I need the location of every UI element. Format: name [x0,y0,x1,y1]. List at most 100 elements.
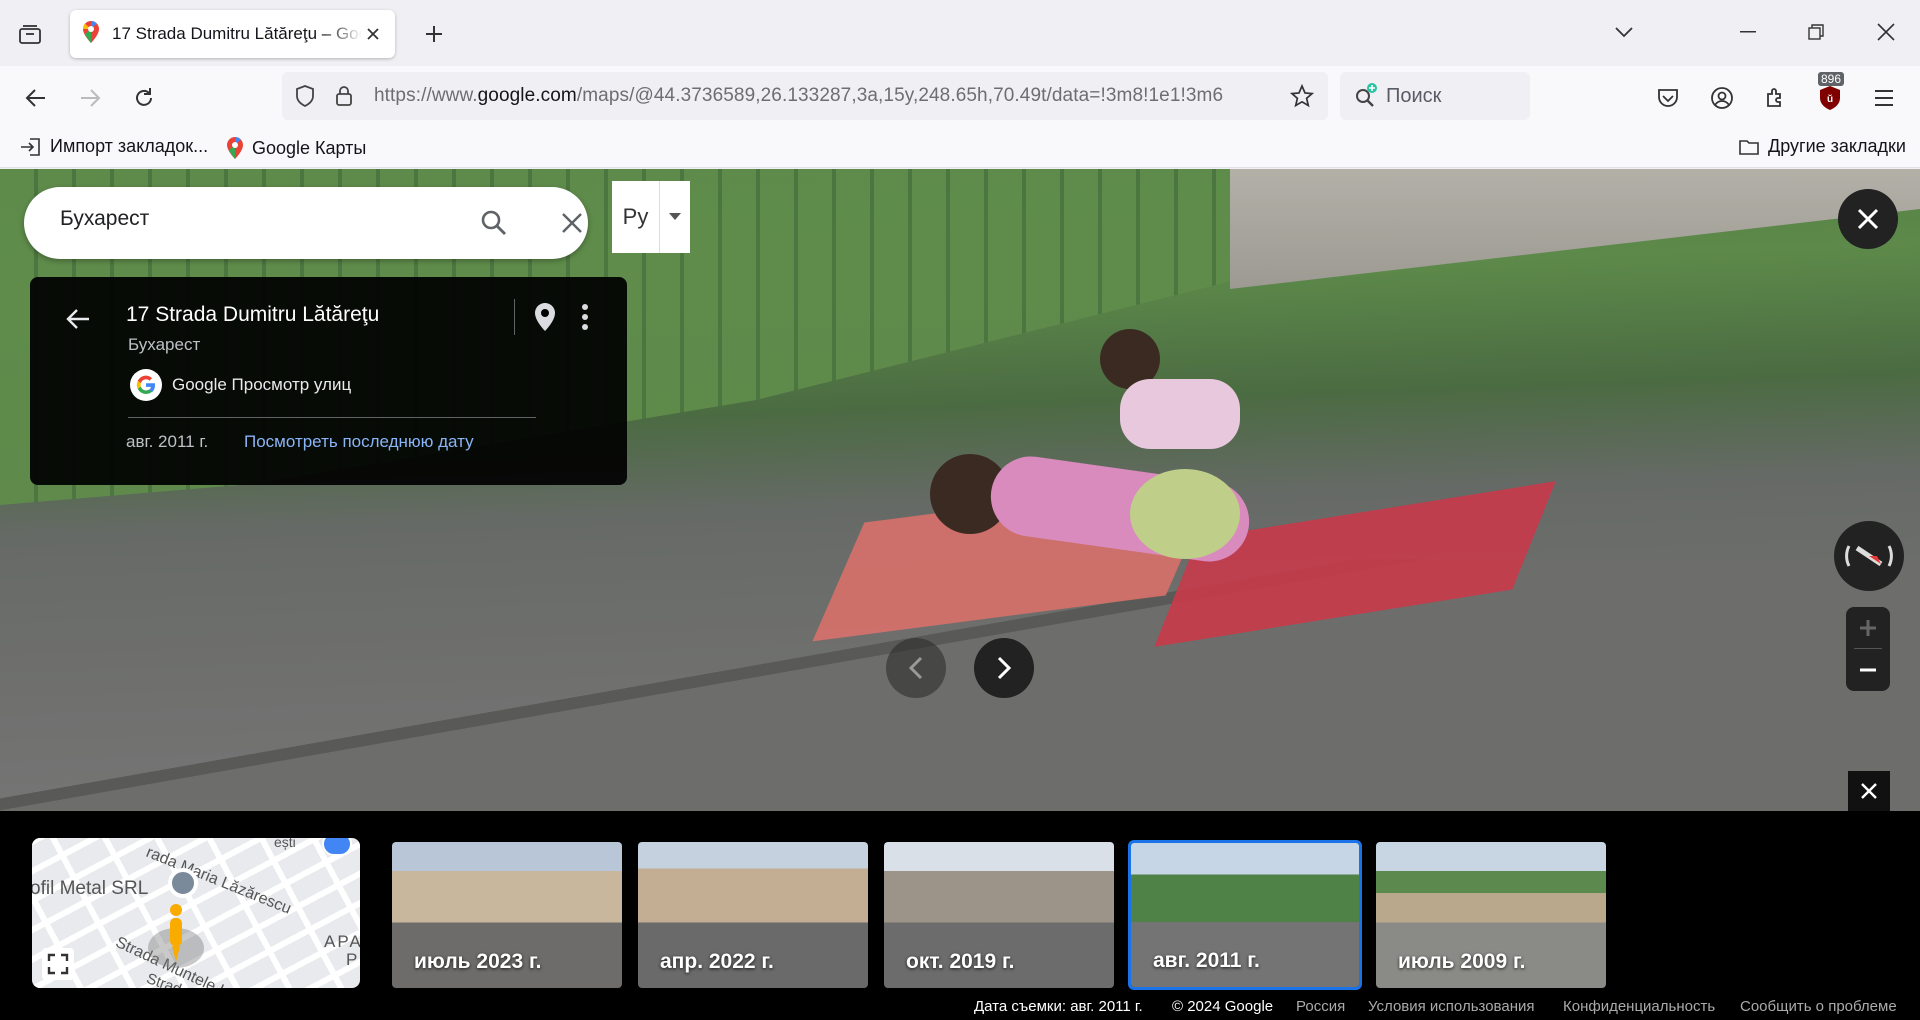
new-tab-button[interactable] [418,18,450,50]
footer-terms-link[interactable]: Условия использования [1368,998,1535,1015]
list-all-tabs-icon[interactable] [1604,14,1644,50]
bookmark-star-icon[interactable] [1289,83,1315,113]
see-latest-date-link[interactable]: Посмотреть последнюю дату [244,432,474,452]
bookmark-google-maps[interactable]: Google Карты [226,136,366,160]
close-timeline-button[interactable] [1848,771,1890,811]
bookmark-import[interactable]: Импорт закладок... [20,136,208,157]
compass-control[interactable] [1834,521,1904,591]
address-bar[interactable]: https://www.google.com/maps/@44.3736589,… [282,72,1328,120]
other-bookmarks-folder[interactable]: Другие закладки [1738,136,1906,157]
panorama-figure [1120,379,1240,449]
thumbnail-date: апр. 2022 г. [660,950,774,973]
imagery-source-label: Google Просмотр улиц [172,375,352,394]
back-arrow-icon[interactable] [60,301,96,337]
tab-title: 17 Strada Dumitru Lătăreţu – Google Карт… [112,24,362,43]
footer-capture-date: Дата съемки: авг. 2011 г. [974,998,1143,1015]
footer-privacy-link[interactable]: Конфиденциальность [1563,998,1715,1015]
lock-icon[interactable] [334,84,354,113]
location-title: 17 Strada Dumitru Lătăreţu [126,303,380,326]
transit-marker-icon [322,838,352,856]
browser-tab-bar: 17 Strada Dumitru Lătăreţu – Google Карт… [0,0,1920,66]
import-icon [21,137,40,156]
active-tab[interactable]: 17 Strada Dumitru Lătăreţu – Google Карт… [70,10,395,58]
mini-map-label: P [346,950,358,969]
url-text[interactable]: https://www.google.com/maps/@44.3736589,… [374,85,1274,107]
zoom-in-button[interactable] [1846,607,1890,649]
divider [128,417,536,418]
time-travel-strip: ofil Metal SRL rada Maria Lăzărescu Stra… [0,811,1920,1020]
svg-text:ŭ: ŭ [1827,94,1833,105]
ublock-origin-icon[interactable]: ŭ 896 [1812,72,1848,116]
thumbnail-date: июль 2023 г. [414,950,542,973]
hamburger-menu-icon[interactable] [1866,80,1902,116]
panorama-figure [1130,469,1240,559]
google-logo-icon [130,369,162,401]
tab-close-icon[interactable] [361,22,385,46]
mini-map-streets [32,838,360,988]
account-icon[interactable] [1704,80,1740,116]
mini-map-label: ești [274,838,296,850]
browser-nav-bar: https://www.google.com/maps/@44.3736589,… [0,66,1920,128]
tracking-shield-icon[interactable] [294,84,316,113]
mini-map-label: APA [324,932,360,951]
back-arrow-icon[interactable] [18,80,54,116]
footer-copyright: © 2024 Google [1172,998,1274,1015]
footer-report-link[interactable]: Сообщить о проблеме [1740,998,1897,1015]
mini-map-label: ofil Metal SRL [32,878,149,899]
pocket-icon[interactable] [1650,80,1686,116]
expand-map-icon[interactable] [42,948,74,980]
location-pin-icon[interactable] [530,299,560,335]
maps-search-box [24,187,588,259]
ublock-badge: 896 [1818,72,1845,86]
timeline-thumbnail-selected[interactable]: авг. 2011 г. [1128,840,1362,990]
reload-icon[interactable] [126,80,162,116]
maps-search-input[interactable] [60,207,440,231]
compass-icon [1845,545,1893,567]
search-button[interactable] [476,205,512,241]
divider [1854,648,1882,649]
close-street-view-button[interactable] [1838,189,1898,249]
tab-list-icon[interactable] [14,20,46,48]
imagery-source: Google Просмотр улиц [130,369,351,401]
timeline-thumbnail[interactable]: окт. 2019 г. [882,840,1116,990]
clear-search-button[interactable] [554,205,590,241]
pegman-icon [166,904,186,964]
thumbnail-date: июль 2009 г. [1398,950,1526,973]
input-language-label: Ру [612,181,660,253]
capture-date: авг. 2011 г. [126,432,209,451]
close-window-icon[interactable] [1866,14,1906,50]
search-bar-label: Поиск [1386,85,1442,107]
footer-country-link[interactable]: Россия [1296,998,1345,1015]
panorama-wall [1230,169,1920,289]
zoom-out-button[interactable] [1846,649,1890,691]
thumbnail-date: окт. 2019 г. [906,950,1015,973]
timeline-thumbnail[interactable]: июль 2023 г. [390,840,624,990]
chevron-down-icon[interactable] [660,181,690,253]
close-icon [1861,783,1877,799]
minimize-window-icon[interactable] [1728,14,1768,50]
more-options-icon[interactable] [570,299,600,335]
street-view-panorama[interactable] [0,169,1920,811]
poi-marker-icon [168,868,198,898]
timeline-thumbnail[interactable]: июль 2009 г. [1374,840,1608,990]
mini-map[interactable]: ofil Metal SRL rada Maria Lăzărescu Stra… [32,838,360,988]
bookmarks-toolbar: Импорт закладок... Google Карты Другие з… [0,128,1920,168]
search-bar[interactable]: Поиск [1340,72,1530,120]
other-bookmarks-label: Другие закладки [1768,136,1906,156]
input-tools-button[interactable]: Ру [612,181,690,253]
location-info-card: 17 Strada Dumitru Lătăreţu Бухарест Goog… [30,277,627,485]
extensions-icon[interactable] [1758,80,1794,116]
previous-panorama-button[interactable] [886,638,946,698]
bookmark-label: Google Карты [252,137,367,158]
zoom-control [1846,607,1890,691]
url-path: /maps/@44.3736589,26.133287,3a,15y,248.6… [576,85,1224,106]
restore-window-icon[interactable] [1796,14,1836,50]
chevron-right-icon [997,656,1012,680]
close-icon [562,213,582,233]
bookmark-label: Импорт закладок... [50,136,209,156]
timeline-thumbnail[interactable]: апр. 2022 г. [636,840,870,990]
minus-icon [1860,668,1876,672]
forward-arrow-icon[interactable] [72,80,108,116]
folder-icon [1739,139,1759,155]
next-panorama-button[interactable] [974,638,1034,698]
